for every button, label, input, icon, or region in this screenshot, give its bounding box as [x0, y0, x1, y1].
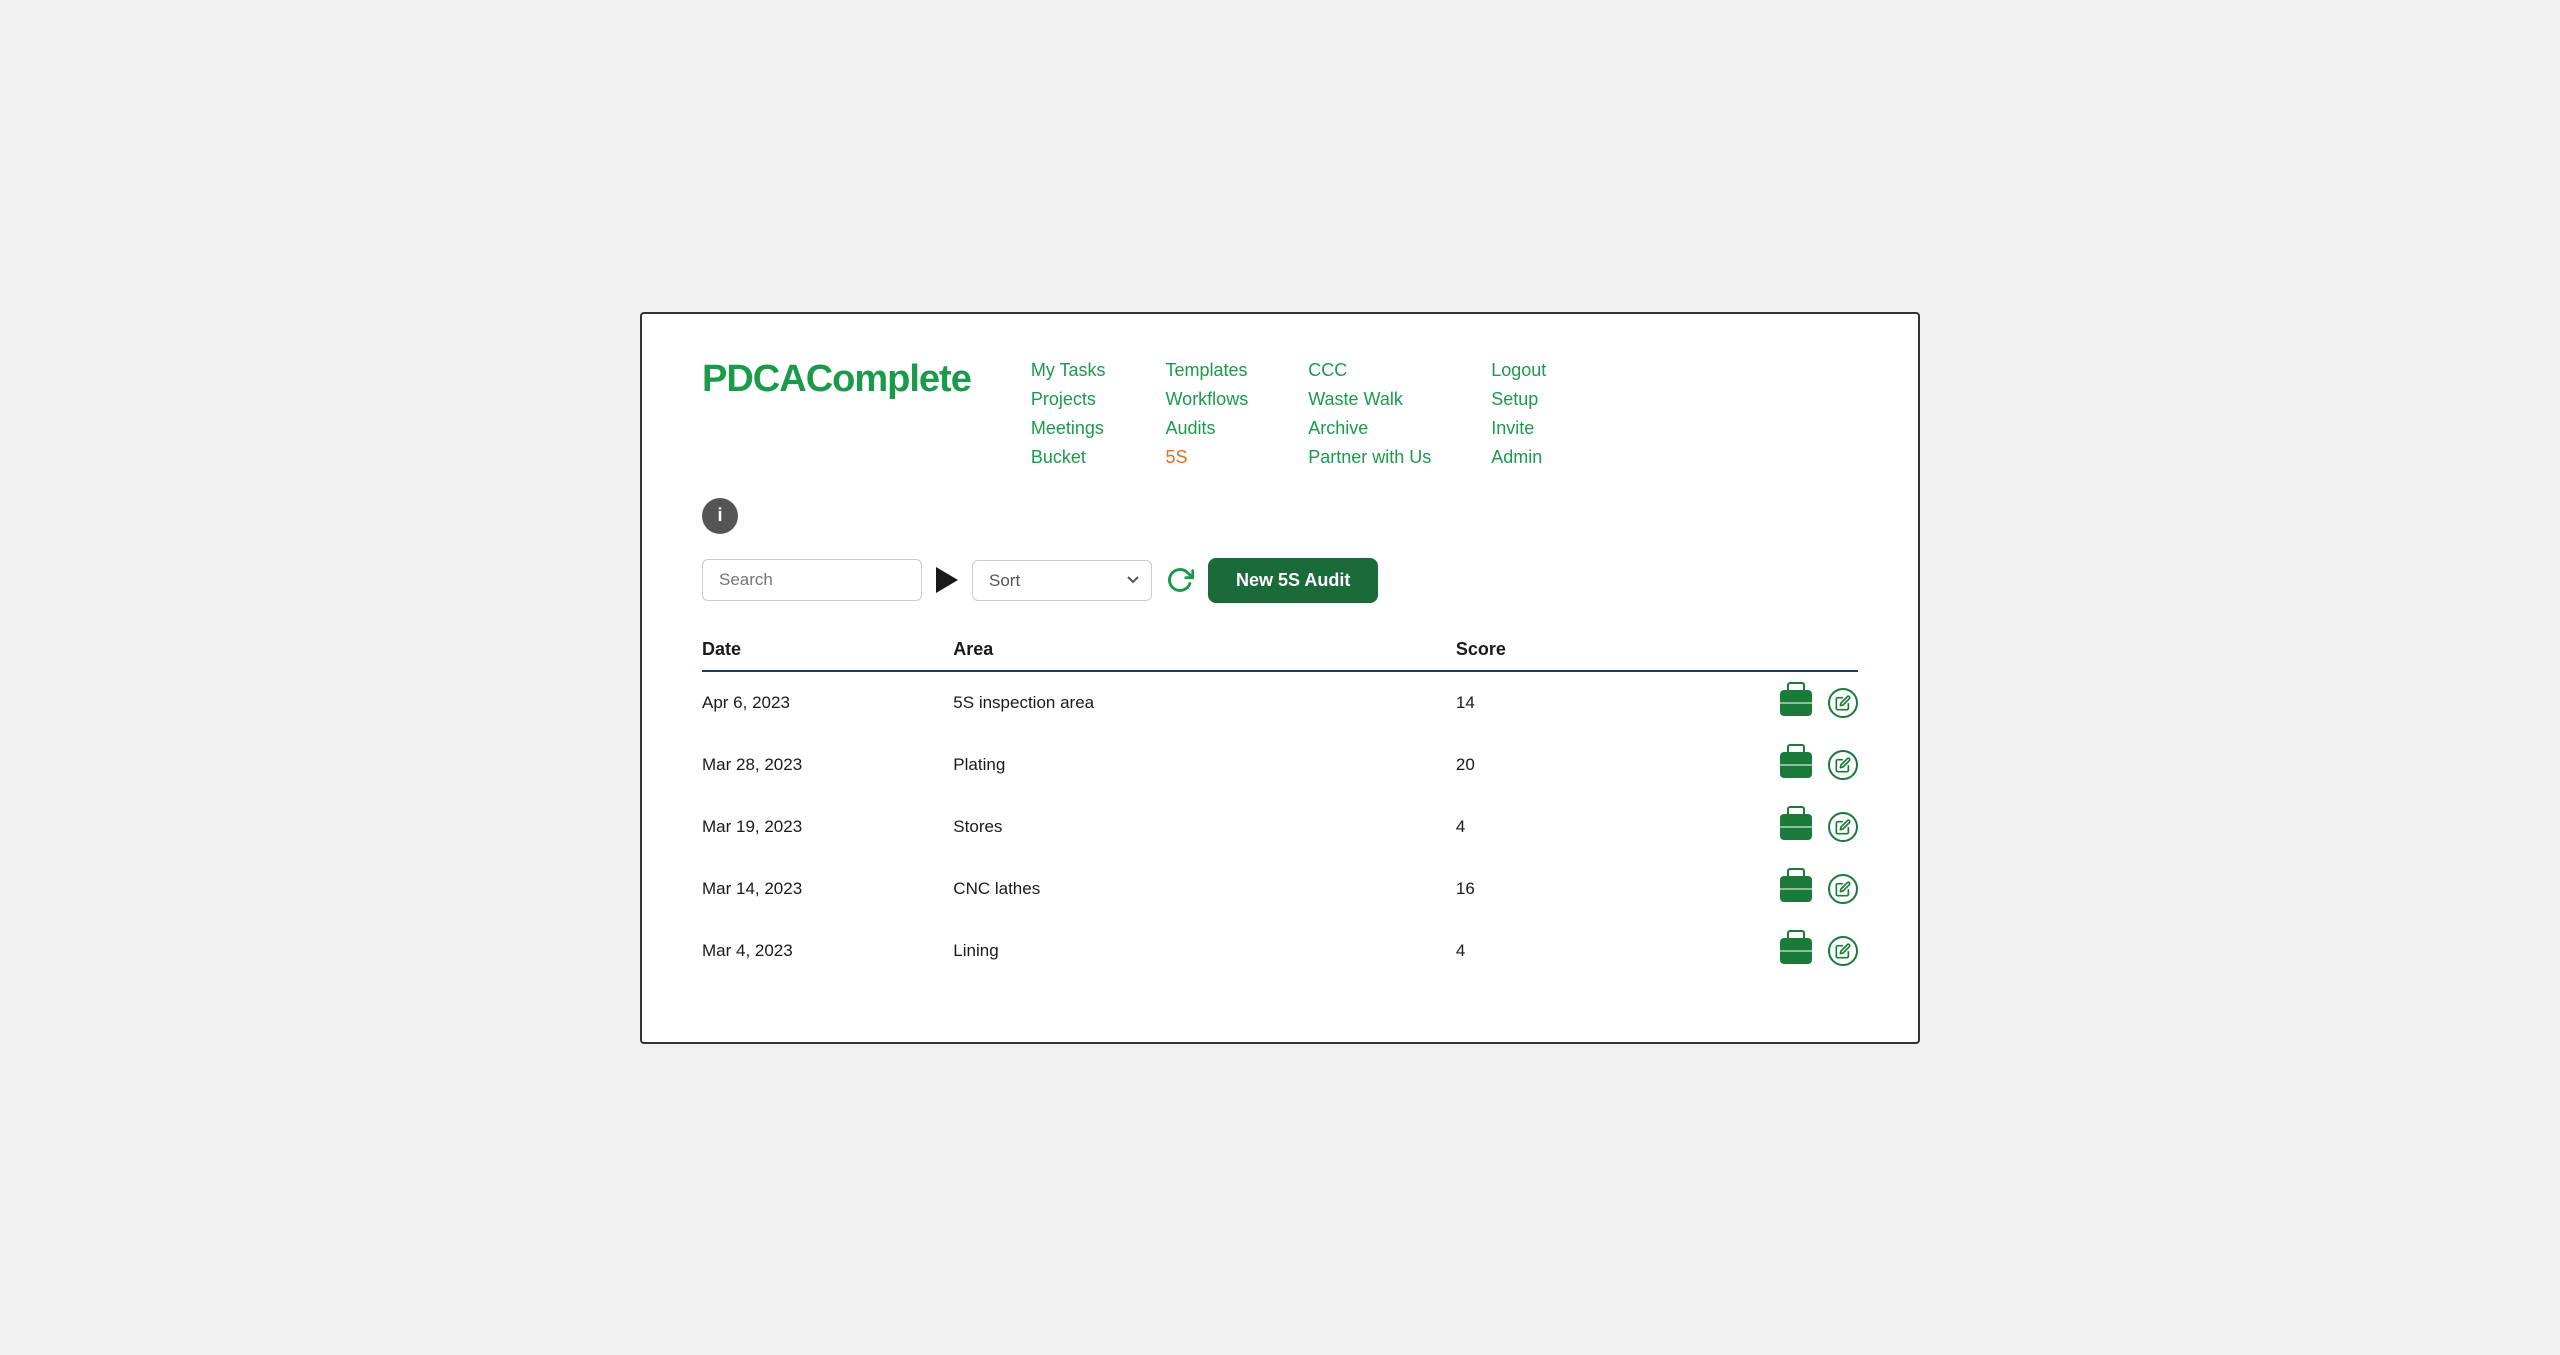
nav-col-2: Templates Workflows Audits 5S [1166, 360, 1249, 468]
nav-ccc[interactable]: CCC [1308, 360, 1431, 381]
briefcase-button-3[interactable] [1780, 876, 1812, 902]
info-icon[interactable]: i [702, 498, 738, 534]
table-row: Mar 19, 2023 Stores 4 [702, 796, 1858, 858]
nav-waste-walk[interactable]: Waste Walk [1308, 389, 1431, 410]
edit-icon-svg [1835, 943, 1851, 959]
table-row: Apr 6, 2023 5S inspection area 14 [702, 671, 1858, 734]
col-header-actions [1707, 631, 1858, 671]
edit-icon-svg [1835, 819, 1851, 835]
action-icons-4 [1707, 936, 1858, 966]
col-header-area: Area [953, 631, 1456, 671]
nav-bucket[interactable]: Bucket [1031, 447, 1106, 468]
logo: PDCAComplete [702, 358, 971, 401]
cell-date-0: Apr 6, 2023 [702, 671, 953, 734]
cell-date-1: Mar 28, 2023 [702, 734, 953, 796]
nav-templates[interactable]: Templates [1166, 360, 1249, 381]
table-row: Mar 14, 2023 CNC lathes 16 [702, 858, 1858, 920]
cell-score-3: 16 [1456, 858, 1707, 920]
briefcase-button-2[interactable] [1780, 814, 1812, 840]
action-icons-1 [1707, 750, 1858, 780]
cell-area-1: Plating [953, 734, 1456, 796]
logo-prefix: PDCA [702, 358, 806, 400]
toolbar: Sort New 5S Audit [702, 558, 1858, 603]
edit-button-4[interactable] [1828, 936, 1858, 966]
table-row: Mar 28, 2023 Plating 20 [702, 734, 1858, 796]
nav-col-1: My Tasks Projects Meetings Bucket [1031, 360, 1106, 468]
refresh-button[interactable] [1166, 566, 1194, 594]
header: PDCAComplete My Tasks Projects Meetings … [702, 354, 1858, 468]
cell-actions-0 [1707, 671, 1858, 734]
edit-button-3[interactable] [1828, 874, 1858, 904]
briefcase-button-1[interactable] [1780, 752, 1812, 778]
nav-col-3: CCC Waste Walk Archive Partner with Us [1308, 360, 1431, 468]
col-header-score: Score [1456, 631, 1707, 671]
nav-setup[interactable]: Setup [1491, 389, 1546, 410]
action-icons-2 [1707, 812, 1858, 842]
cell-actions-2 [1707, 796, 1858, 858]
table-row: Mar 4, 2023 Lining 4 [702, 920, 1858, 982]
nav-col-4: Logout Setup Invite Admin [1491, 360, 1546, 468]
cell-area-4: Lining [953, 920, 1456, 982]
nav-admin[interactable]: Admin [1491, 447, 1546, 468]
refresh-icon [1166, 566, 1194, 594]
col-header-date: Date [702, 631, 953, 671]
nav-projects[interactable]: Projects [1031, 389, 1106, 410]
nav-meetings[interactable]: Meetings [1031, 418, 1106, 439]
info-section: i [702, 498, 1858, 534]
nav-logout[interactable]: Logout [1491, 360, 1546, 381]
nav-archive[interactable]: Archive [1308, 418, 1431, 439]
cell-date-2: Mar 19, 2023 [702, 796, 953, 858]
nav-my-tasks[interactable]: My Tasks [1031, 360, 1106, 381]
nav-audits[interactable]: Audits [1166, 418, 1249, 439]
edit-button-2[interactable] [1828, 812, 1858, 842]
cell-score-4: 4 [1456, 920, 1707, 982]
nav-invite[interactable]: Invite [1491, 418, 1546, 439]
search-input[interactable] [702, 559, 922, 601]
cell-actions-4 [1707, 920, 1858, 982]
edit-icon-svg [1835, 695, 1851, 711]
new-audit-button[interactable]: New 5S Audit [1208, 558, 1378, 603]
nav-5s[interactable]: 5S [1166, 447, 1249, 468]
logo-suffix: Complete [806, 358, 971, 400]
briefcase-button-4[interactable] [1780, 938, 1812, 964]
play-button[interactable] [936, 567, 958, 593]
edit-button-1[interactable] [1828, 750, 1858, 780]
audit-table: Date Area Score Apr 6, 2023 5S inspectio… [702, 631, 1858, 982]
cell-area-0: 5S inspection area [953, 671, 1456, 734]
edit-icon-svg [1835, 881, 1851, 897]
nav-grid: My Tasks Projects Meetings Bucket Templa… [1031, 360, 1546, 468]
app-window: PDCAComplete My Tasks Projects Meetings … [640, 312, 1920, 1044]
cell-actions-1 [1707, 734, 1858, 796]
cell-area-3: CNC lathes [953, 858, 1456, 920]
sort-select[interactable]: Sort [972, 560, 1152, 601]
action-icons-3 [1707, 874, 1858, 904]
cell-date-3: Mar 14, 2023 [702, 858, 953, 920]
cell-score-2: 4 [1456, 796, 1707, 858]
cell-score-1: 20 [1456, 734, 1707, 796]
edit-icon-svg [1835, 757, 1851, 773]
edit-button-0[interactable] [1828, 688, 1858, 718]
nav-partner-with-us[interactable]: Partner with Us [1308, 447, 1431, 468]
cell-area-2: Stores [953, 796, 1456, 858]
nav-workflows[interactable]: Workflows [1166, 389, 1249, 410]
cell-actions-3 [1707, 858, 1858, 920]
cell-date-4: Mar 4, 2023 [702, 920, 953, 982]
briefcase-button-0[interactable] [1780, 690, 1812, 716]
action-icons-0 [1707, 688, 1858, 718]
cell-score-0: 14 [1456, 671, 1707, 734]
